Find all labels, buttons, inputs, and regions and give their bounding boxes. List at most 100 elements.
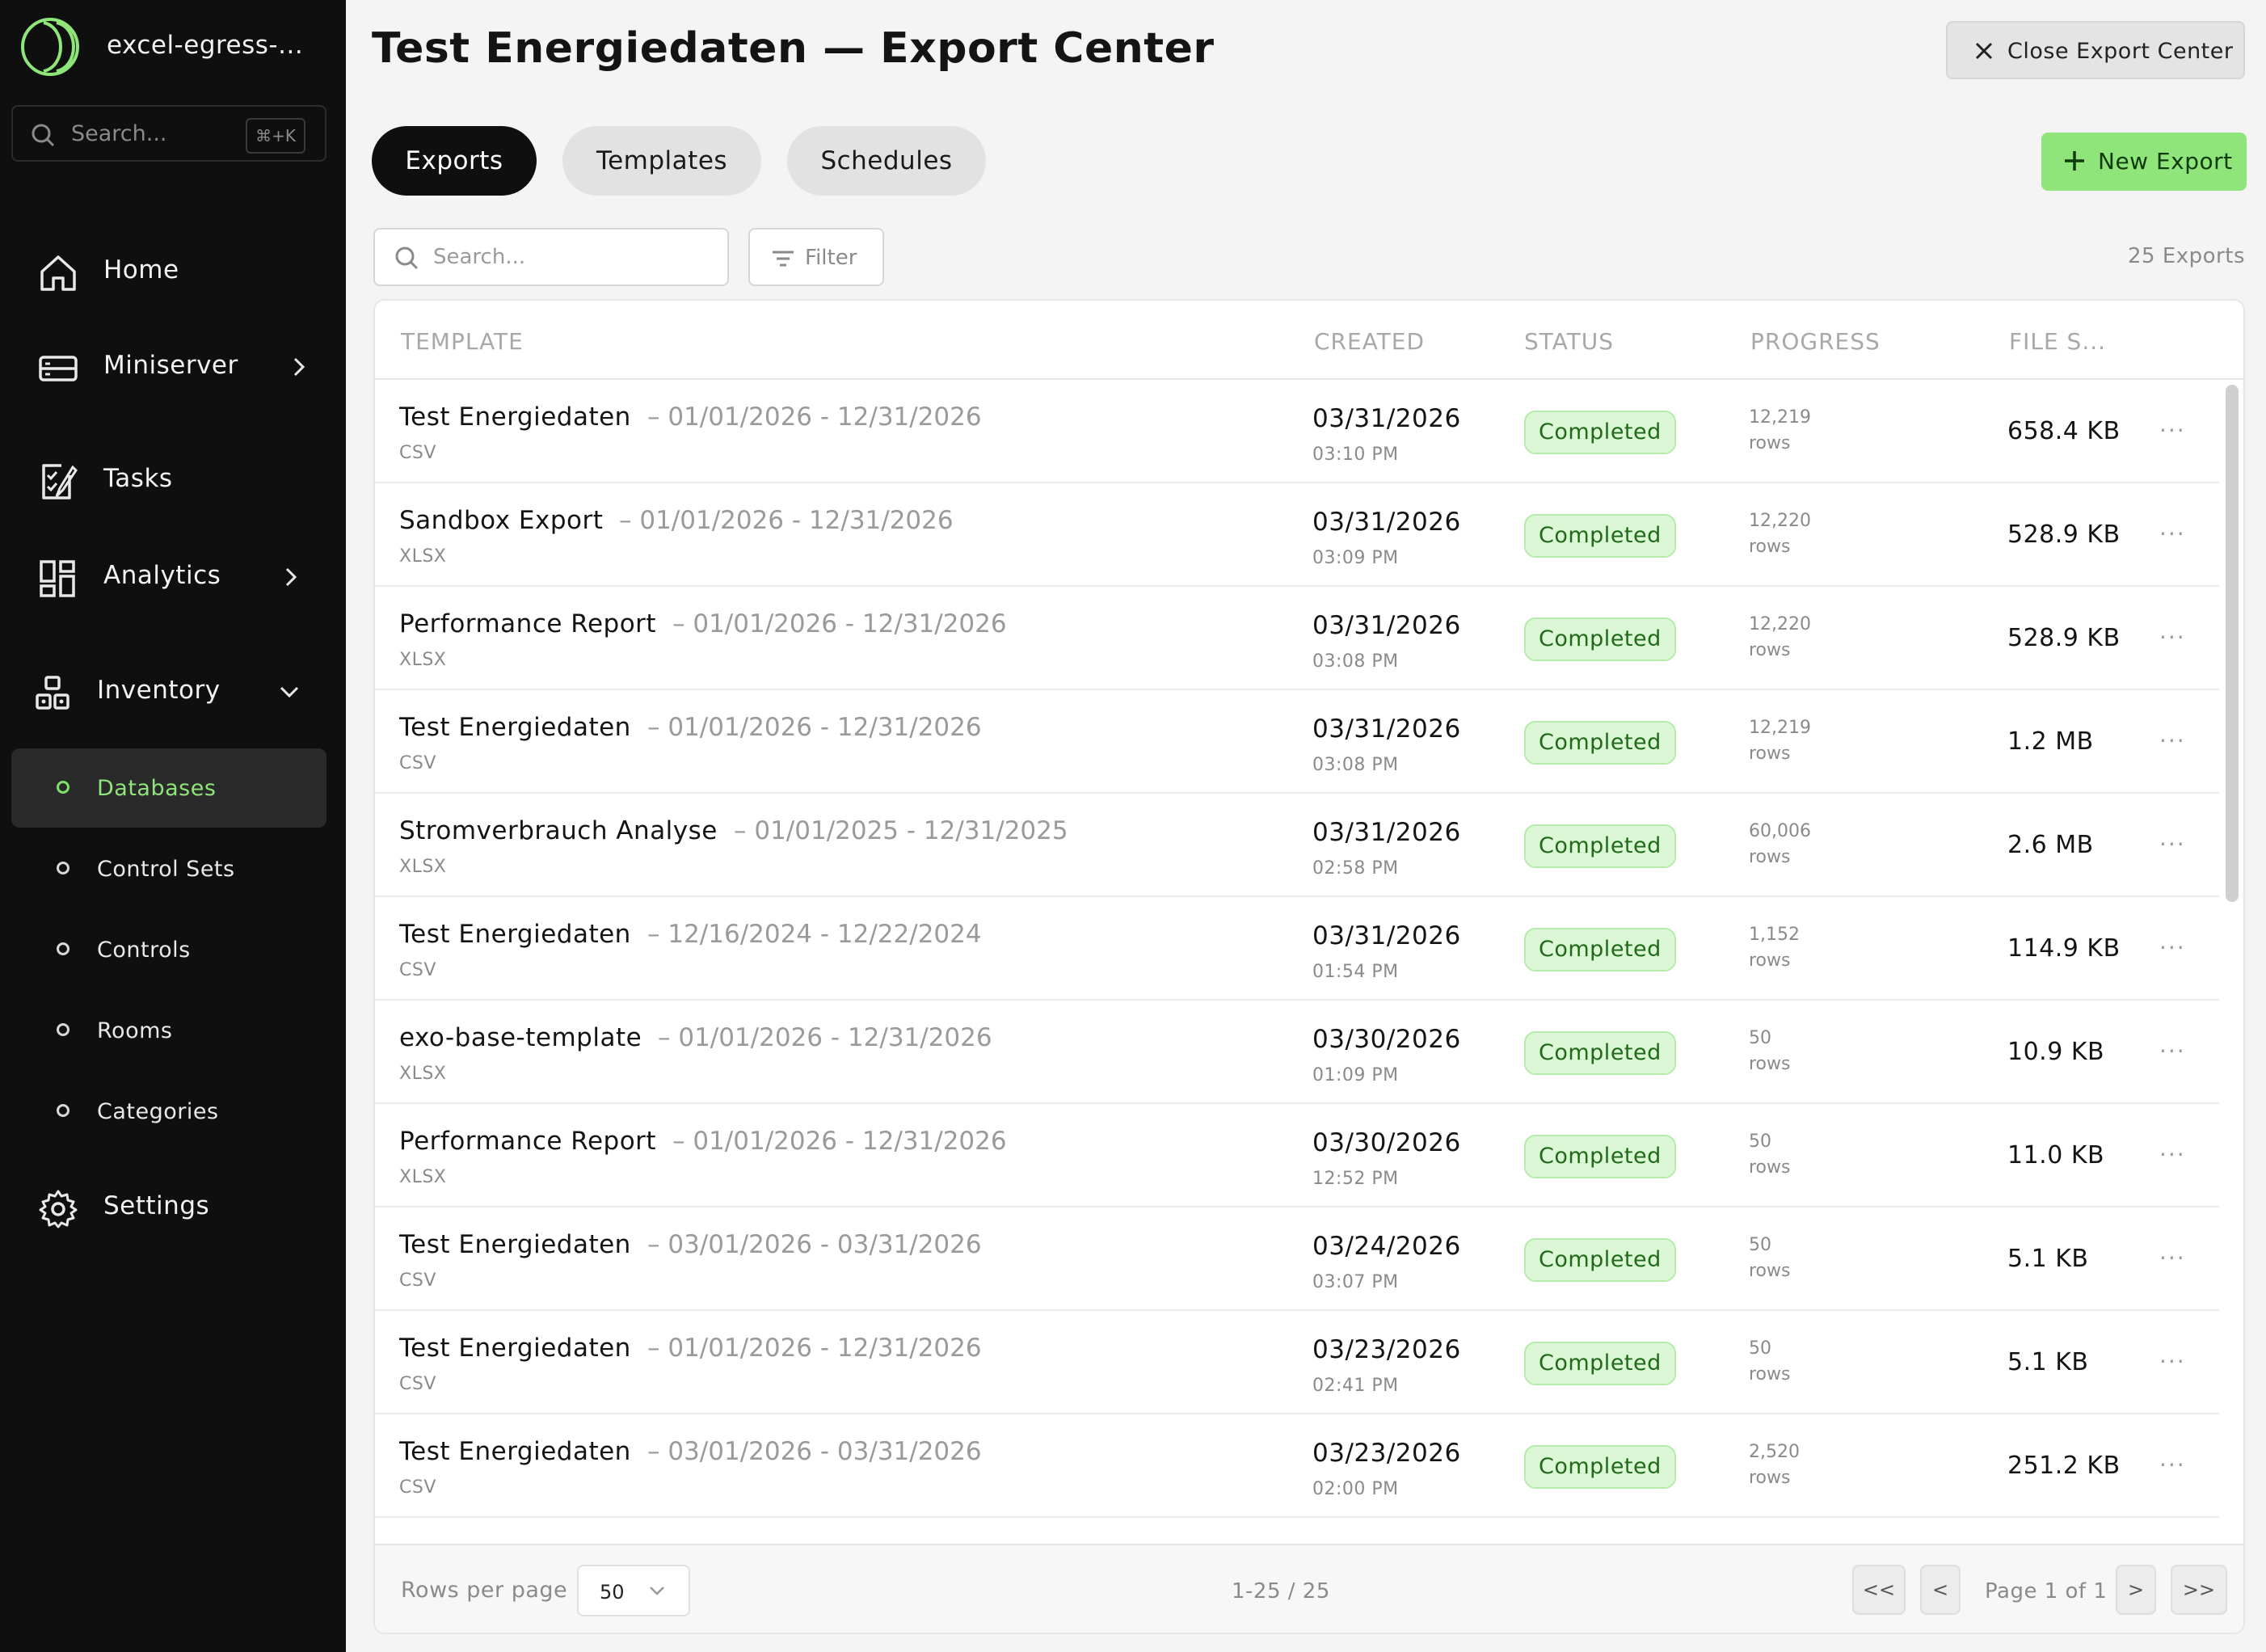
filter-icon (773, 251, 794, 267)
more-actions-icon[interactable]: ··· (2159, 417, 2186, 444)
column-header-progress[interactable]: PROGRESS (1750, 328, 1881, 355)
template-name[interactable]: Test Energiedaten (399, 1334, 631, 1363)
template-name[interactable]: Performance Report (399, 609, 656, 638)
filter-label: Filter (805, 246, 857, 270)
more-actions-icon[interactable]: ··· (2159, 624, 2186, 651)
template-name[interactable]: exo-base-template (399, 1023, 642, 1052)
progress-row-count: 1,152 (1749, 925, 1800, 945)
date-range: – 01/01/2026 - 12/31/2026 (647, 713, 982, 742)
table-row[interactable]: Test Energiedaten – 01/01/2026 - 12/31/20… (375, 380, 2219, 483)
sidebar-item-analytics[interactable]: Analytics (0, 545, 346, 609)
sidebar-item-settings[interactable]: Settings (0, 1175, 346, 1240)
table-row[interactable]: Test Energiedaten – 01/01/2026 - 12/31/20… (375, 1311, 2219, 1414)
workspace-name[interactable]: excel-egress-... (107, 31, 303, 60)
created-date: 03/24/2026 (1312, 1232, 1461, 1261)
more-actions-icon[interactable]: ··· (2159, 1348, 2186, 1375)
date-range: – 01/01/2026 - 12/31/2026 (672, 609, 1007, 638)
sidebar-item-label: Analytics (103, 561, 221, 590)
more-actions-icon[interactable]: ··· (2159, 1245, 2186, 1271)
more-actions-icon[interactable]: ··· (2159, 1141, 2186, 1168)
sidebar-item-inventory[interactable]: Inventory (0, 660, 346, 724)
export-count: 25 Exports (2127, 244, 2245, 268)
last-page-button[interactable]: >> (2171, 1565, 2227, 1615)
more-actions-icon[interactable]: ··· (2159, 727, 2186, 754)
tab-templates[interactable]: Templates (562, 126, 761, 196)
exports-search-input[interactable] (433, 241, 708, 273)
template-name[interactable]: Stromverbrauch Analyse (399, 816, 718, 845)
server-icon (39, 356, 78, 381)
table-scrollbar[interactable] (2226, 385, 2239, 1516)
sidebar-subitem-controls[interactable]: Controls (11, 910, 326, 989)
table-row[interactable]: Sandbox Export – 01/01/2026 - 12/31/2026 X… (375, 483, 2219, 587)
progress-row-unit: rows (1749, 950, 1791, 971)
more-actions-icon[interactable]: ··· (2159, 1038, 2186, 1064)
more-actions-icon[interactable]: ··· (2159, 1452, 2186, 1478)
table-row[interactable]: exo-base-template – 01/01/2026 - 12/31/20… (375, 1001, 2219, 1104)
close-icon (1975, 42, 1993, 60)
analytics-dashboard-icon (40, 560, 75, 597)
home-icon (40, 255, 76, 291)
filter-button[interactable]: Filter (748, 228, 884, 286)
created-date: 03/31/2026 (1312, 611, 1461, 640)
tab-exports[interactable]: Exports (372, 126, 537, 196)
status-badge: Completed (1524, 1238, 1676, 1282)
sidebar-subitem-control-sets[interactable]: Control Sets (11, 829, 326, 908)
sidebar-item-home[interactable]: Home (0, 239, 346, 304)
search-shortcut-badge: ⌘+K (246, 118, 305, 154)
column-header-status[interactable]: STATUS (1524, 328, 1614, 355)
template-name[interactable]: Sandbox Export (399, 506, 603, 535)
table-row[interactable]: Stromverbrauch Analyse – 01/01/2025 - 12/… (375, 794, 2219, 897)
scrollbar-thumb[interactable] (2226, 385, 2239, 902)
table-row[interactable]: Test Energiedaten – 03/01/2026 - 03/31/20… (375, 1207, 2219, 1311)
previous-page-button[interactable]: < (1920, 1565, 1961, 1615)
more-actions-icon[interactable]: ··· (2159, 934, 2186, 961)
next-page-button[interactable]: > (2116, 1565, 2156, 1615)
column-header-file-size[interactable]: FILE S... (2009, 328, 2106, 355)
template-name[interactable]: Test Energiedaten (399, 1437, 631, 1466)
progress-row-count: 12,220 (1749, 511, 1811, 531)
column-header-template[interactable]: TEMPLATE (401, 328, 524, 355)
exports-search[interactable] (373, 228, 729, 286)
progress-row-unit: rows (1749, 1054, 1791, 1074)
more-actions-icon[interactable]: ··· (2159, 831, 2186, 858)
sidebar-item-label: Home (103, 255, 179, 284)
new-export-button[interactable]: New Export (2041, 133, 2247, 191)
template-name[interactable]: Performance Report (399, 1127, 656, 1156)
created-time: 03:07 PM (1312, 1272, 1399, 1292)
close-button-label: Close Export Center (2007, 39, 2234, 64)
sidebar-subitem-rooms[interactable]: Rooms (11, 991, 326, 1070)
more-actions-icon[interactable]: ··· (2159, 520, 2186, 547)
table-row[interactable]: Performance Report – 01/01/2026 - 12/31/2… (375, 1104, 2219, 1207)
app-logo-icon (21, 18, 79, 76)
template-name[interactable]: Test Energiedaten (399, 713, 631, 742)
created-time: 02:00 PM (1312, 1479, 1399, 1499)
table-row[interactable]: Test Energiedaten – 01/01/2026 - 12/31/20… (375, 690, 2219, 794)
sidebar-search[interactable]: Search... ⌘+K (11, 105, 326, 162)
created-date: 03/31/2026 (1312, 714, 1461, 744)
table-row[interactable]: Performance Report – 01/01/2026 - 12/31/2… (375, 587, 2219, 690)
created-date: 03/30/2026 (1312, 1025, 1461, 1054)
date-range: – 03/01/2026 - 03/31/2026 (647, 1437, 982, 1466)
template-name[interactable]: Test Energiedaten (399, 920, 631, 949)
template-name[interactable]: Test Energiedaten (399, 402, 631, 432)
table-row[interactable]: Test Energiedaten – 12/16/2024 - 12/22/20… (375, 897, 2219, 1001)
table-row[interactable]: Test Energiedaten – 03/01/2026 - 03/31/20… (375, 1414, 2219, 1518)
tab-schedules[interactable]: Schedules (787, 126, 986, 196)
sidebar-item-tasks[interactable]: Tasks (0, 448, 346, 512)
column-header-created[interactable]: CREATED (1314, 328, 1425, 355)
first-page-button[interactable]: << (1852, 1565, 1906, 1615)
rows-per-page-label: Rows per page (401, 1578, 568, 1603)
status-badge: Completed (1524, 928, 1676, 971)
template-name[interactable]: Test Energiedaten (399, 1230, 631, 1259)
sidebar-item-miniserver[interactable]: Miniserver (0, 335, 346, 399)
close-export-center-button[interactable]: Close Export Center (1946, 21, 2245, 79)
chevron-right-icon (285, 567, 297, 587)
chevron-down-icon (650, 1587, 664, 1595)
file-size: 528.9 KB (2007, 520, 2121, 549)
progress-row-unit: rows (1749, 1157, 1791, 1178)
created-time: 02:41 PM (1312, 1376, 1399, 1396)
sidebar-subitem-databases[interactable]: Databases (11, 748, 326, 828)
sidebar-subitem-categories[interactable]: Categories (11, 1072, 326, 1151)
progress-row-unit: rows (1749, 847, 1791, 867)
rows-per-page-select[interactable]: 50 (577, 1565, 690, 1616)
